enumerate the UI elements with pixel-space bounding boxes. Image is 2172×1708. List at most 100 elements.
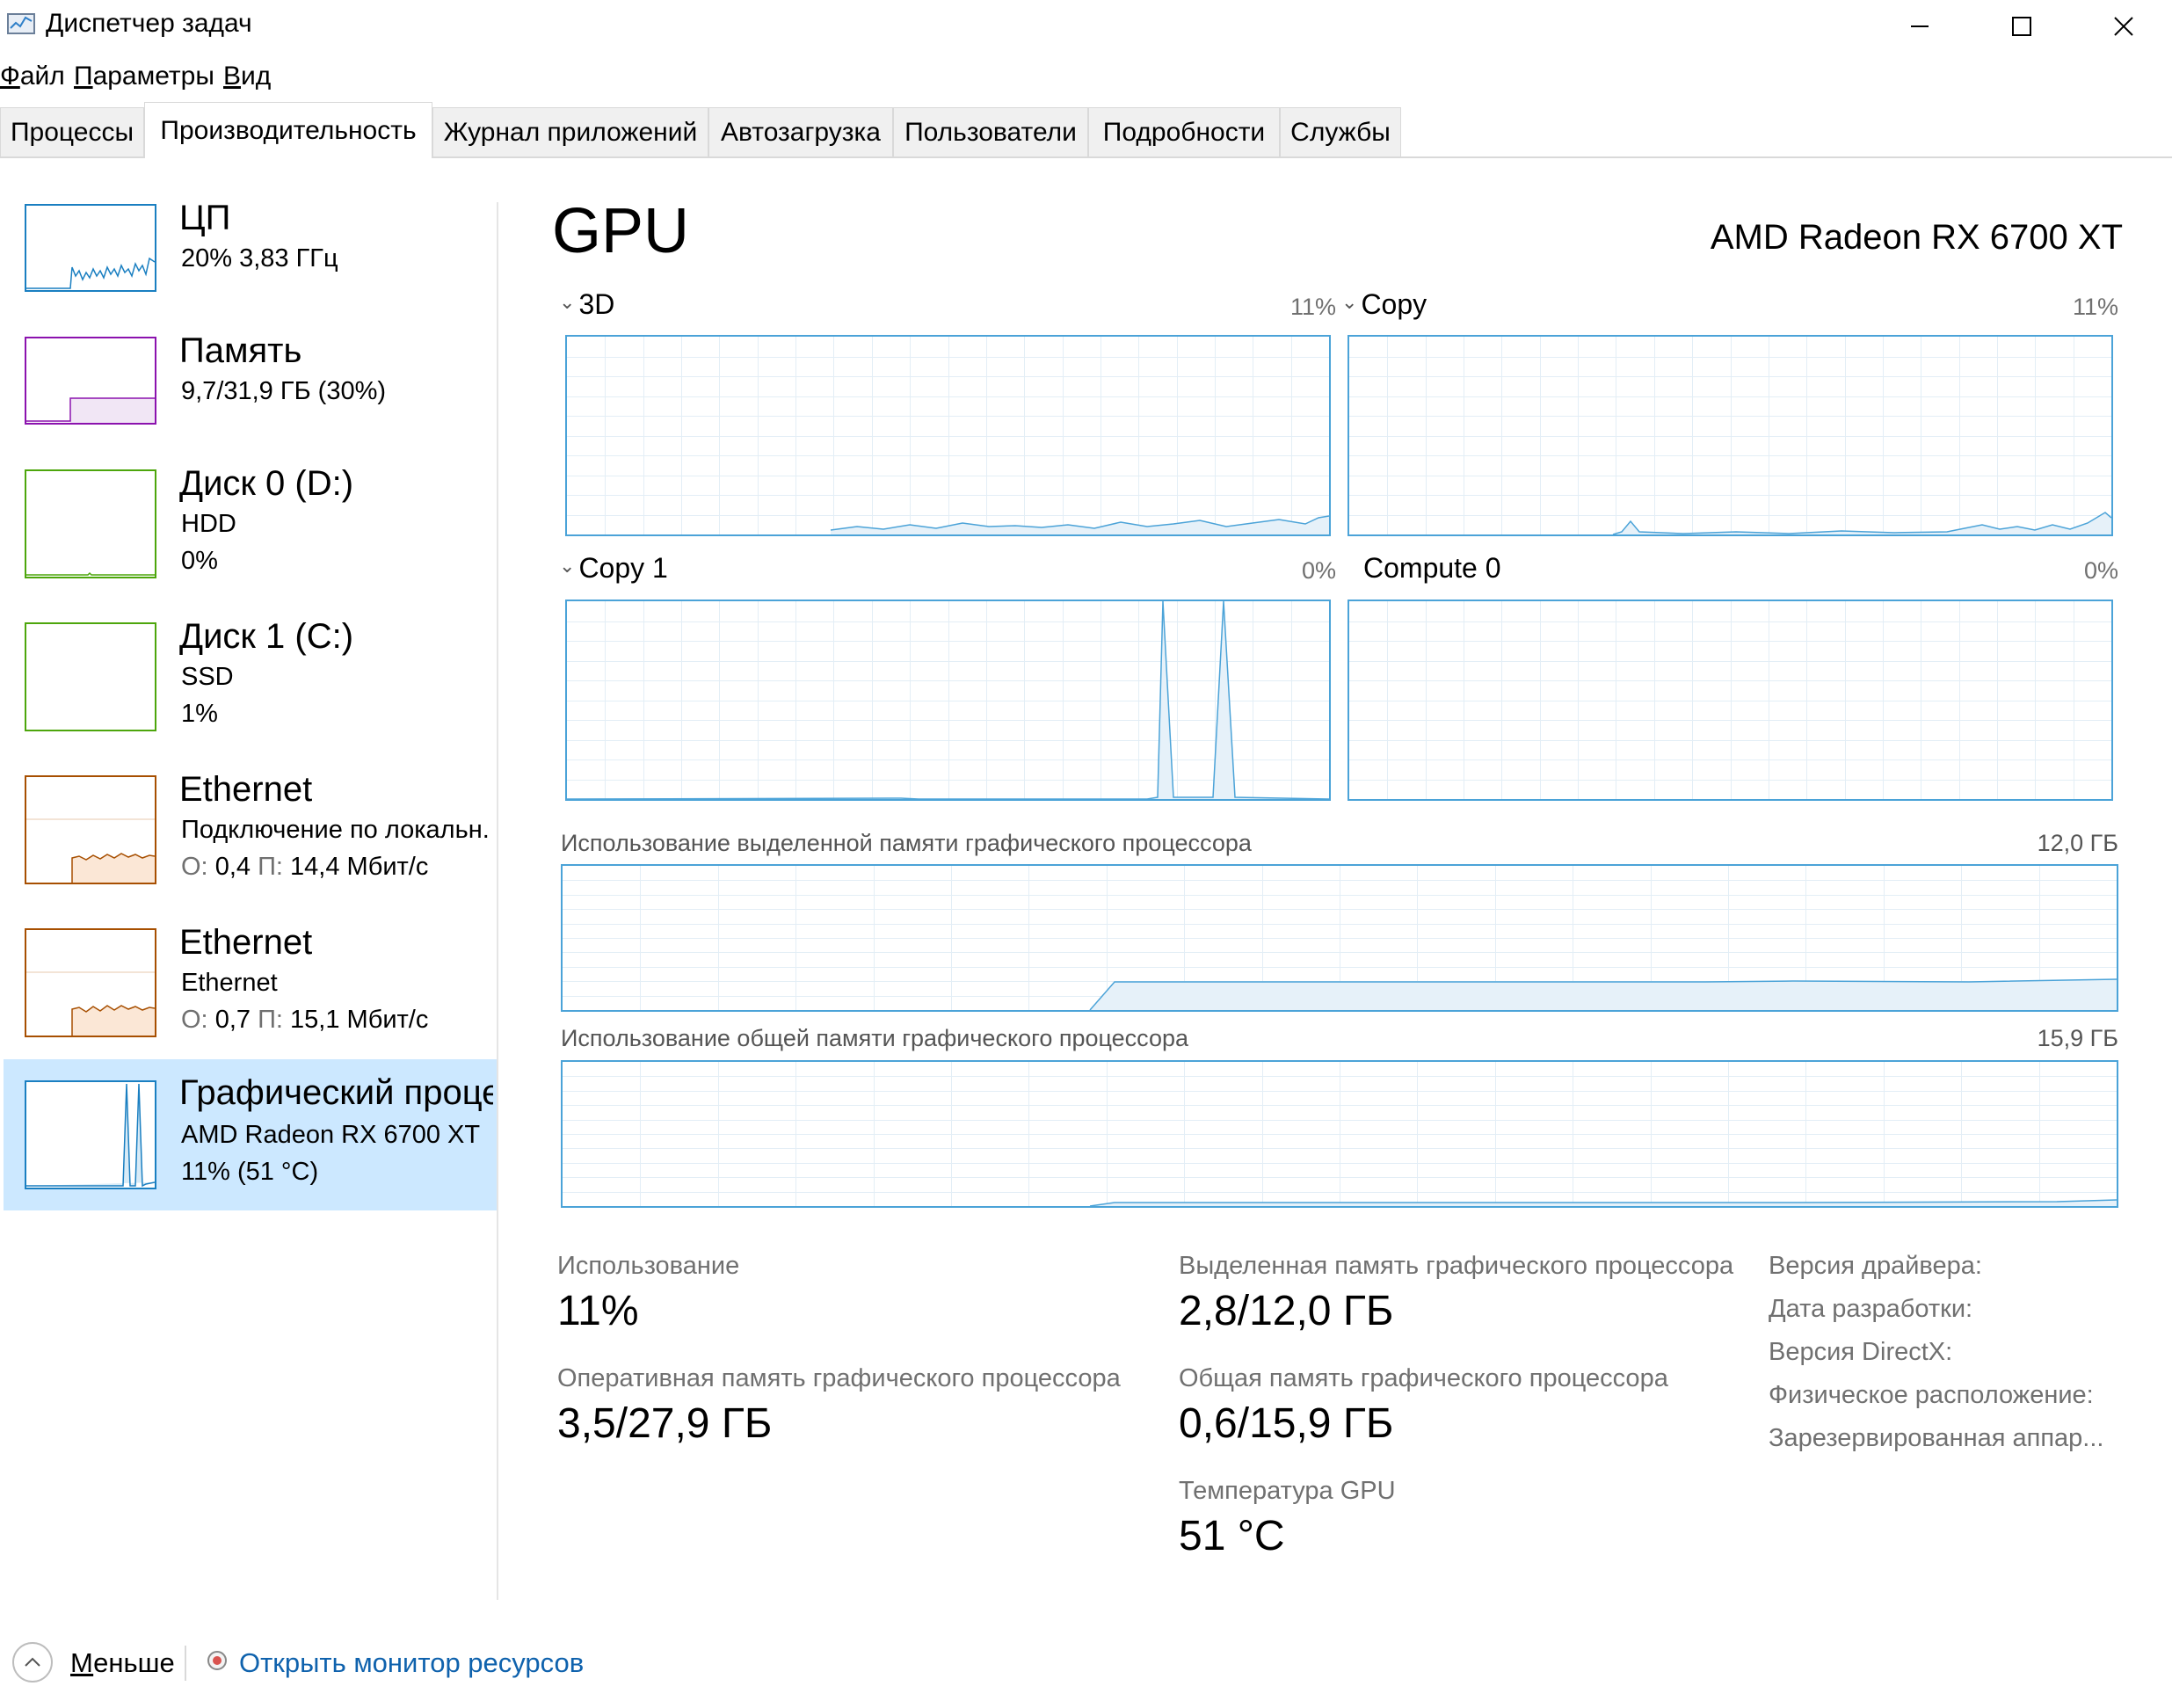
sidebar-title: Диск 0 (D:) <box>179 464 354 503</box>
tab-app-history[interactable]: Журнал приложений <box>432 107 708 156</box>
engine-selector-copy1[interactable]: ⌄ Copy 1 <box>559 552 668 585</box>
engine-percent: 11% <box>2072 294 2118 320</box>
shared-memory-graph-max: 15,9 ГБ <box>2037 1025 2118 1051</box>
chevron-down-icon: ⌄ <box>559 291 576 313</box>
sidebar-item-cpu[interactable]: ЦП 20% 3,83 ГГц <box>4 199 497 346</box>
graph-3d-svg <box>567 337 1329 534</box>
sidebar-item-ethernet-2[interactable]: Ethernet Ethernet О: 0,7 П: 15,1 Мбит/с <box>4 923 497 1071</box>
dedicated-memory-value: 2,8/12,0 ГБ <box>1179 1288 1394 1334</box>
ethernet1-thumbnail <box>25 775 156 884</box>
menu-view[interactable]: Вид <box>223 62 271 91</box>
resource-monitor-icon <box>207 1651 227 1670</box>
engine-graph-3d <box>565 335 1331 536</box>
close-icon <box>2114 17 2133 36</box>
menu-file-accel: Ф <box>0 62 20 91</box>
sidebar-title: Ethernet <box>179 923 313 962</box>
send-label: О: <box>181 1006 208 1034</box>
shared-memory-graph <box>561 1060 2118 1208</box>
engine-percent: 0% <box>1301 557 1336 584</box>
sidebar-title: ЦП <box>179 199 231 237</box>
sidebar-detail: 11% (51 °C) <box>181 1158 319 1186</box>
sidebar-title: Графический проце <box>179 1073 493 1112</box>
open-resource-monitor-link[interactable]: Открыть монитор ресурсов <box>239 1647 584 1679</box>
tab-startup[interactable]: Автозагрузка <box>708 107 893 156</box>
sidebar-divider <box>497 202 498 1600</box>
sidebar-item-memory[interactable]: Память 9,7/31,9 ГБ (30%) <box>4 331 497 479</box>
engine-label: Copy <box>1361 288 1427 320</box>
sidebar-item-disk0[interactable]: Диск 0 (D:) HDD 0% <box>4 464 497 612</box>
ethernet2-thumbnail <box>25 928 156 1037</box>
menu-parameters-accel: П <box>74 62 93 91</box>
engine-selector-compute0[interactable]: Compute 0 <box>1363 552 1501 585</box>
sidebar-detail: 0% <box>181 547 218 575</box>
send-label: О: <box>181 853 208 881</box>
sidebar-detail: 1% <box>181 700 218 728</box>
footer-separator <box>185 1646 186 1681</box>
dedicated-memory-graph-max: 12,0 ГБ <box>2037 830 2118 856</box>
fewer-details-link[interactable]: Меньше <box>70 1647 175 1679</box>
tab-processes[interactable]: Процессы <box>0 107 144 156</box>
task-manager-icon <box>7 13 35 34</box>
sidebar-item-gpu[interactable]: Графический проце AMD Radeon RX 6700 XT … <box>4 1059 497 1210</box>
engine-selector-copy[interactable]: ⌄ Copy <box>1341 288 1427 321</box>
minimize-button[interactable] <box>1869 0 1971 53</box>
receive-value: 15,1 Мбит/с <box>290 1006 429 1034</box>
graph-copy1-svg <box>567 601 1329 799</box>
shared-memory-label: Общая память графического процессора <box>1179 1364 1668 1392</box>
gpu-temperature-label: Температура GPU <box>1179 1477 1396 1505</box>
dedicated-memory-graph <box>561 864 2118 1012</box>
chevron-up-icon <box>25 1657 40 1667</box>
graph-copy-svg <box>1349 337 2111 534</box>
sidebar-detail: 20% 3,83 ГГц <box>181 244 338 273</box>
dedicated-memory-label: Выделенная память графического процессор… <box>1179 1252 1734 1280</box>
sidebar-traffic: О: 0,4 П: 14,4 Мбит/с <box>181 853 496 882</box>
sidebar-title: Ethernet <box>179 770 313 809</box>
sidebar-title: Память <box>179 331 302 370</box>
engine-percent: 0% <box>2083 557 2118 584</box>
sidebar-item-disk1[interactable]: Диск 1 (C:) SSD 1% <box>4 617 497 765</box>
receive-label: П: <box>258 853 283 881</box>
physical-location-label: Физическое расположение: <box>1769 1381 2094 1409</box>
usage-label: Использование <box>557 1252 740 1280</box>
sidebar-detail: HDD <box>181 510 236 538</box>
send-value: 0,7 <box>214 1006 251 1034</box>
gpu-temperature-value: 51 °C <box>1179 1513 1285 1559</box>
driver-date-label: Дата разработки: <box>1769 1295 1973 1323</box>
driver-version-label: Версия драйвера: <box>1769 1252 1982 1280</box>
tab-details[interactable]: Подробности <box>1088 107 1280 156</box>
menu-view-accel: В <box>223 62 242 91</box>
minimize-icon <box>1911 25 1929 27</box>
chevron-down-icon: ⌄ <box>559 555 576 577</box>
menu-file[interactable]: Файл <box>0 62 65 91</box>
engine-label: Copy 1 <box>578 552 668 584</box>
device-name: AMD Radeon RX 6700 XT <box>1710 218 2123 257</box>
disk1-thumbnail <box>25 622 156 731</box>
reserved-memory-label: Зарезервированная аппар... <box>1769 1424 2104 1452</box>
tab-services[interactable]: Службы <box>1280 107 1401 156</box>
sidebar-traffic: О: 0,7 П: 15,1 Мбит/с <box>181 1006 496 1035</box>
menu-parameters[interactable]: Параметры <box>74 62 214 91</box>
usage-value: 11% <box>557 1288 639 1334</box>
shared-memory-graph-label: Использование общей памяти графического … <box>561 1025 1189 1051</box>
maximize-button[interactable] <box>1971 0 2073 53</box>
cpu-thumbnail <box>25 204 156 292</box>
engine-selector-3d[interactable]: ⌄ 3D <box>559 288 614 321</box>
menu-view-label: ид <box>241 62 272 91</box>
dedicated-memory-graph-label: Использование выделенной памяти графичес… <box>561 830 1252 856</box>
engine-label: Compute 0 <box>1363 552 1501 584</box>
sidebar-detail: 9,7/31,9 ГБ (30%) <box>181 377 387 405</box>
close-button[interactable] <box>2073 0 2172 53</box>
fewer-details-label: еньше <box>93 1647 175 1678</box>
tab-users[interactable]: Пользователи <box>893 107 1088 156</box>
dedicated-memory-svg <box>563 866 2117 1010</box>
receive-label: П: <box>258 1006 283 1034</box>
sidebar-detail: Ethernet <box>181 969 278 997</box>
tab-performance[interactable]: Производительность <box>144 102 432 158</box>
memory-thumbnail <box>25 337 156 425</box>
window-title: Диспетчер задач <box>46 9 252 38</box>
sidebar-item-ethernet-1[interactable]: Ethernet Подключение по локальн. О: 0,4 … <box>4 770 497 918</box>
graph-compute0-svg <box>1349 601 2111 799</box>
receive-value: 14,4 Мбит/с <box>290 853 429 881</box>
directx-version-label: Версия DirectX: <box>1769 1338 1953 1366</box>
collapse-button[interactable] <box>12 1642 53 1683</box>
